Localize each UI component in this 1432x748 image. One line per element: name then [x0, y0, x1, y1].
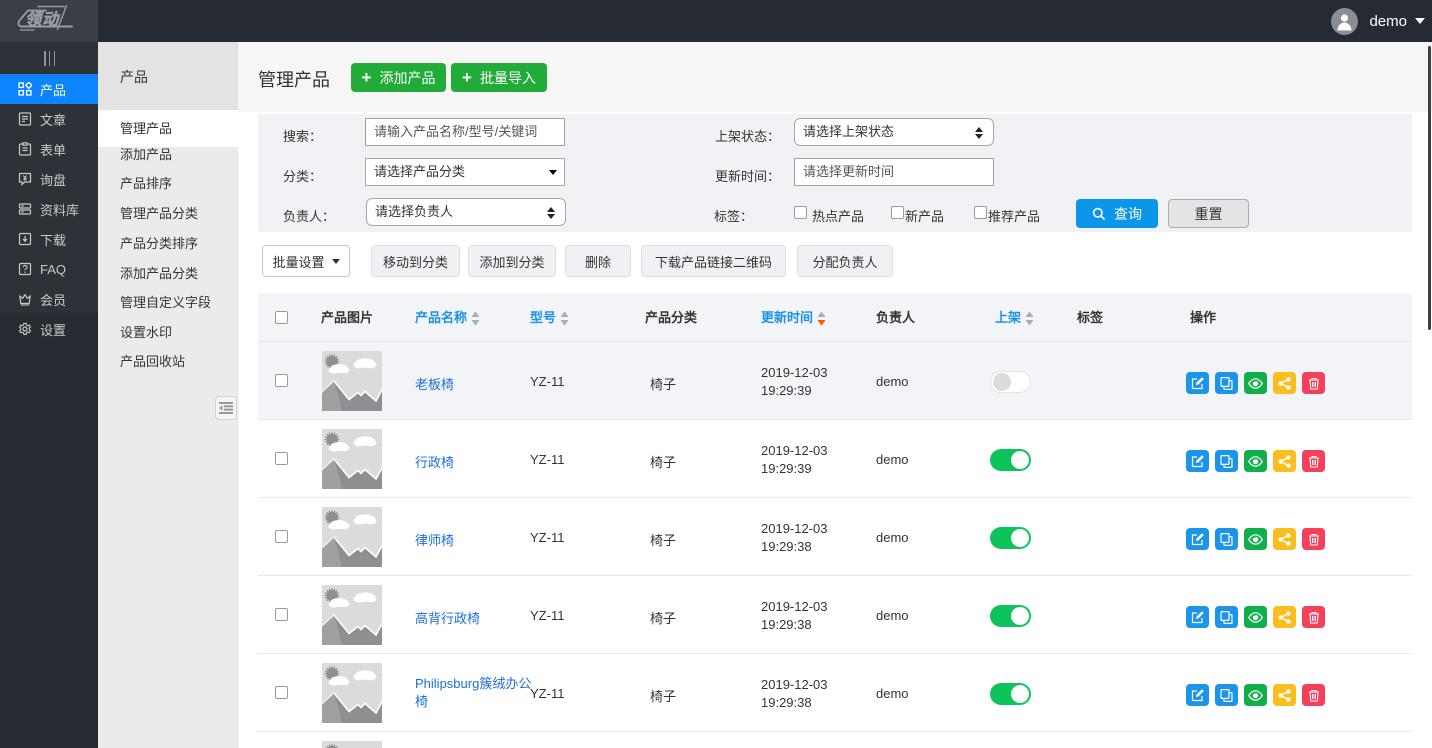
- svg-text:领动: 领动: [24, 10, 62, 29]
